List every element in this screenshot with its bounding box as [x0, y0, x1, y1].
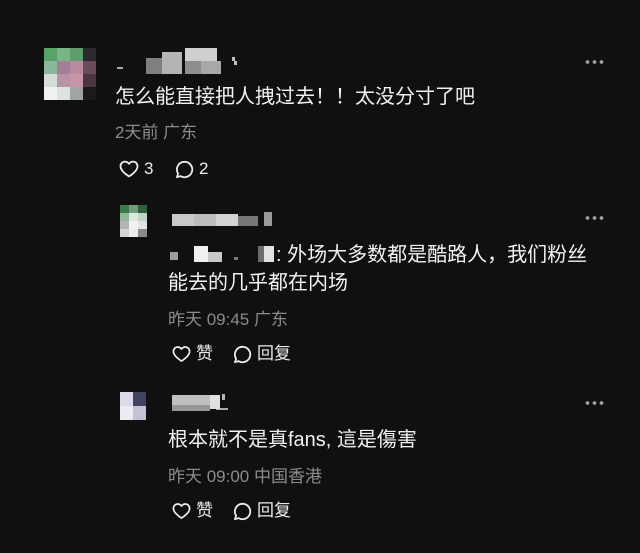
like-button[interactable]: 赞	[172, 499, 213, 523]
username-redacted[interactable]	[172, 392, 232, 414]
reply-button[interactable]: 回复	[233, 499, 291, 523]
reply: 根本就不是真fans, 這是傷害 昨天 09:00 中国香港 赞 回复	[0, 0, 640, 553]
avatar[interactable]	[120, 392, 146, 420]
reply-meta: 昨天 09:00 中国香港	[168, 467, 322, 486]
more-icon[interactable]	[584, 400, 605, 406]
like-label: 赞	[196, 501, 213, 520]
comment-bubble-icon	[234, 502, 252, 520]
reply-label: 回复	[257, 501, 291, 520]
comment-thread: 怎么能直接把人拽过去！！太没分寸了吧 2天前 广东 3 2 : 外场大多数都是酷…	[0, 0, 640, 553]
heart-icon	[172, 503, 191, 519]
reply-text: 根本就不是真fans, 這是傷害	[168, 429, 417, 451]
